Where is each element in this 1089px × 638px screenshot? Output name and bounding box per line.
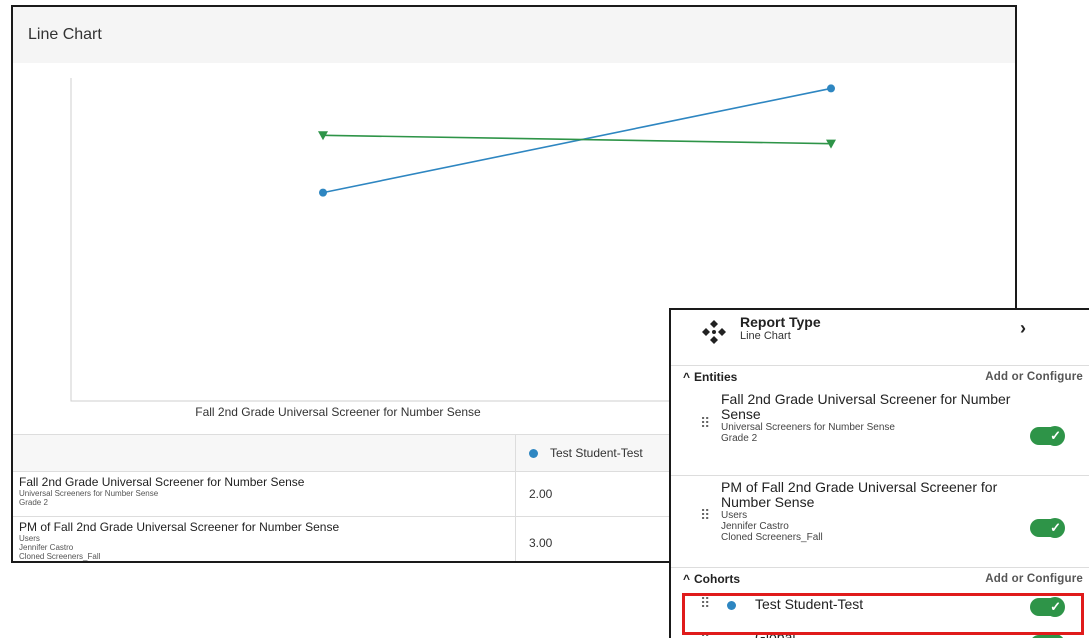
row-sub: Cloned Screeners_Fall — [19, 552, 101, 561]
check-icon: ✓ — [1050, 428, 1061, 443]
table-row-label: Fall 2nd Grade Universal Screener for Nu… — [13, 472, 516, 516]
entities-add-configure-link[interactable]: Add or Configure — [985, 371, 1083, 383]
chevron-right-icon[interactable]: › — [1020, 318, 1026, 339]
chart-axis — [70, 78, 671, 402]
series-line-1 — [322, 134, 832, 145]
entity-sub: Users — [721, 510, 748, 521]
series-line-0 — [322, 87, 832, 194]
table-header-series: Test Student-Test — [516, 435, 666, 471]
entity-toggle[interactable]: ✓ — [1030, 518, 1065, 538]
cohorts-section-header: ^ Cohorts Add or Configure — [671, 568, 1089, 590]
report-type-title: Report Type — [740, 314, 821, 330]
entities-label: Entities — [694, 370, 738, 384]
card-title: Line Chart — [13, 7, 1015, 63]
row-title: PM of Fall 2nd Grade Universal Screener … — [19, 520, 340, 534]
drag-handle-icon[interactable]: ⠿ — [700, 416, 710, 430]
check-icon: ✓ — [1050, 599, 1061, 614]
entity-text: Fall 2nd Grade Universal Screener for Nu… — [721, 391, 1021, 445]
entity-sub: Cloned Screeners_Fall — [721, 532, 823, 543]
row-value: 3.00 — [529, 536, 553, 550]
entity-item: ⠿ PM of Fall 2nd Grade Universal Screene… — [671, 476, 1089, 568]
entity-sub: Grade 2 — [721, 433, 758, 444]
circle-marker-icon — [727, 601, 736, 610]
cohort-name: Test Student-Test — [755, 596, 864, 612]
cohorts-collapse-toggle[interactable]: ^ Cohorts — [683, 572, 740, 586]
row-sub: Jennifer Castro — [19, 543, 74, 552]
entity-item: ⠿ Fall 2nd Grade Universal Screener for … — [671, 388, 1089, 476]
chevron-up-icon: ^ — [683, 370, 691, 384]
row-value: 2.00 — [529, 487, 553, 501]
row-title: Fall 2nd Grade Universal Screener for Nu… — [19, 475, 305, 489]
chevron-up-icon: ^ — [683, 572, 691, 586]
entities-section-header: ^ Entities Add or Configure — [671, 366, 1089, 388]
table-header-empty — [13, 435, 516, 471]
cohorts-add-configure-link[interactable]: Add or Configure — [985, 573, 1083, 585]
cohorts-label: Cohorts — [694, 572, 741, 586]
series-dot-icon — [529, 448, 538, 458]
report-type-icon — [702, 320, 726, 344]
row-sub: Universal Screeners for Number Sense — [19, 489, 159, 498]
row-sub: Users — [19, 534, 40, 543]
series-0-point-0[interactable] — [319, 188, 327, 197]
entity-title: PM of Fall 2nd Grade Universal Screener … — [721, 479, 998, 510]
entity-text: PM of Fall 2nd Grade Universal Screener … — [721, 479, 1021, 544]
report-type-row[interactable]: Report Type Line Chart › — [671, 310, 1089, 366]
entities-collapse-toggle[interactable]: ^ Entities — [683, 370, 737, 384]
table-header-series-label: Test Student-Test — [550, 446, 643, 460]
drag-handle-icon[interactable]: ⠿ — [700, 596, 710, 610]
series-0-point-1[interactable] — [827, 84, 835, 93]
drag-handle-icon[interactable]: ⠿ — [700, 508, 710, 522]
entity-sub: Jennifer Castro — [721, 521, 789, 532]
entity-toggle[interactable]: ✓ — [1030, 426, 1065, 446]
entity-sub: Universal Screeners for Number Sense — [721, 422, 895, 433]
entity-title: Fall 2nd Grade Universal Screener for Nu… — [721, 391, 1011, 422]
cohort-toggle[interactable]: ✓ — [1030, 597, 1065, 617]
cohort-name: Global — [755, 629, 796, 638]
x-axis-category-label: Fall 2nd Grade Universal Screener for Nu… — [195, 405, 481, 419]
report-config-panel: Report Type Line Chart › ^ Entities Add … — [669, 308, 1089, 638]
row-sub: Grade 2 — [19, 498, 48, 507]
check-icon: ✓ — [1050, 520, 1061, 535]
report-type-value: Line Chart — [740, 330, 791, 342]
cohort-item: ⠿ Test Student-Test ✓ — [671, 590, 1089, 623]
table-row-label: PM of Fall 2nd Grade Universal Screener … — [13, 517, 516, 561]
